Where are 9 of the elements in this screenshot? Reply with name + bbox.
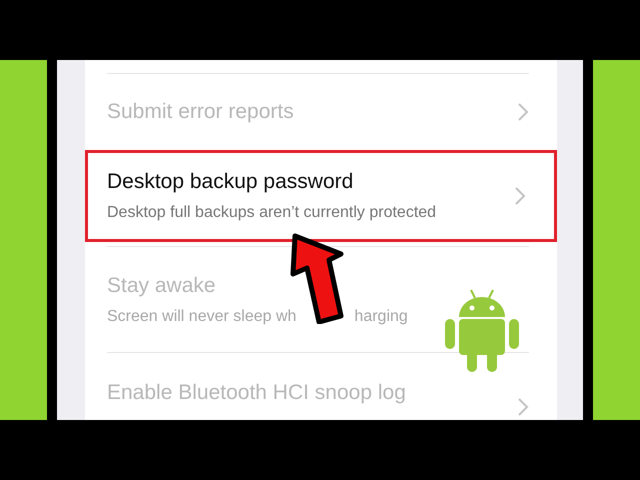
setting-description: Screen will never sleep wh	[107, 308, 296, 326]
setting-description: harging	[354, 308, 408, 326]
setting-title: Enable Bluetooth HCI snoop log	[107, 381, 406, 405]
setting-title: Stay awake	[107, 274, 217, 298]
setting-title: Desktop backup password	[107, 170, 354, 194]
setting-title: Submit error reports	[107, 100, 294, 124]
robot-icon	[445, 288, 519, 372]
setting-description: Desktop full backups aren’t currently protected	[107, 204, 436, 222]
settings-item[interactable]: Desktop backup password Desktop full backups aren’t currently protected	[85, 150, 557, 242]
